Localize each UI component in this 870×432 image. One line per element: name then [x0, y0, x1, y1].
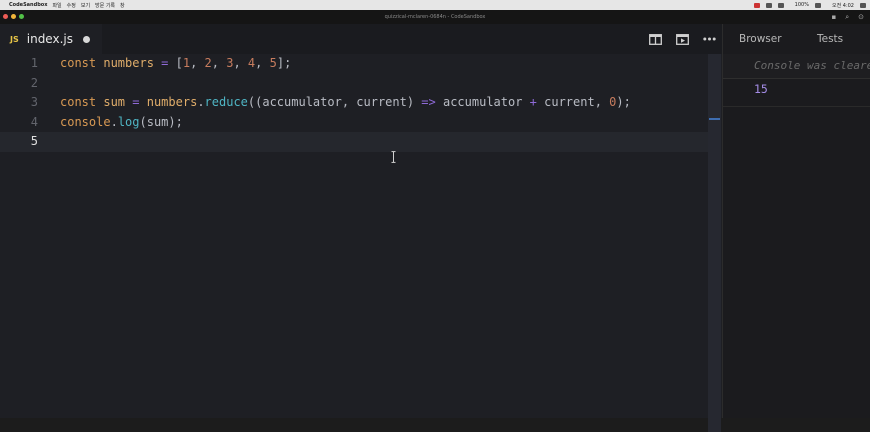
search-icon[interactable]	[860, 2, 866, 8]
preview-panel: Browser Tests Console was cleared 15	[722, 24, 870, 418]
line-number: 3	[30, 95, 38, 110]
code-token: const	[60, 95, 104, 110]
line-number: 4	[30, 114, 38, 129]
code-token: (sum);	[139, 114, 183, 129]
code-token: ,	[211, 56, 227, 70]
tab-tests[interactable]: Tests	[817, 24, 843, 54]
unsaved-dot-icon[interactable]	[83, 36, 90, 43]
status-icon[interactable]	[765, 2, 772, 8]
javascript-file-icon: JS	[10, 34, 19, 44]
code-text: const numbers = [1, 2, 3, 4, 5];	[60, 54, 291, 74]
code-line[interactable]: 3 const sum = numbers.reduce((accumulator…	[0, 93, 708, 113]
menubar-clock[interactable]: 오전 4:02	[832, 2, 854, 9]
tab-filename: index.js	[26, 32, 73, 46]
close-window-icon[interactable]	[3, 14, 8, 19]
editor-tabbar: JS index.js	[0, 24, 722, 54]
code-token: ,	[255, 56, 270, 70]
code-token: 5	[269, 56, 277, 70]
menu-file[interactable]: 파일	[52, 2, 61, 9]
code-text: console.log(sum);	[60, 113, 183, 133]
code-token: numbers	[103, 56, 154, 70]
tab-browser[interactable]: Browser	[739, 24, 782, 54]
menubar-status-area: 100% 오전 4:02	[753, 0, 866, 10]
code-token: );	[616, 95, 631, 110]
minimize-window-icon[interactable]	[11, 14, 16, 19]
code-token: accumulator	[435, 95, 530, 110]
console-divider	[723, 78, 870, 79]
preview-icon[interactable]	[676, 33, 689, 45]
editor-scrollbar[interactable]	[708, 54, 721, 432]
wifi-icon[interactable]	[777, 2, 784, 8]
extension-icon[interactable]: ▪	[831, 13, 836, 22]
code-token: =	[153, 56, 176, 70]
code-text: const sum = numbers.reduce((accumulator,…	[60, 93, 631, 113]
macos-menubar: CodeSandbox 파일 수정 보기 방문 기록 창 100% 오전 4:0…	[0, 0, 870, 10]
code-token: sum	[103, 95, 126, 110]
line-number: 2	[30, 75, 38, 90]
code-token: =>	[421, 95, 436, 110]
zoom-window-icon[interactable]	[19, 14, 24, 19]
console-divider	[723, 106, 870, 107]
scrollbar-cursor-marker	[709, 118, 720, 120]
tab-index-js[interactable]: JS index.js	[0, 24, 102, 54]
profile-icon[interactable]: ⊙	[858, 13, 864, 22]
code-line[interactable]: 2	[0, 74, 708, 94]
split-editor-icon[interactable]	[649, 33, 662, 45]
code-token: reduce	[204, 95, 248, 110]
text-cursor-icon	[391, 151, 396, 163]
panel-tabs: Browser Tests	[723, 24, 870, 54]
code-token: ,	[190, 56, 205, 70]
window-titlebar: quizzical-mclaren-0684n - CodeSandbox ▪ …	[0, 10, 870, 24]
code-token: ];	[276, 56, 292, 70]
code-token: .	[110, 114, 118, 129]
code-token: 2	[204, 56, 212, 70]
console-cleared-message: Console was cleared	[754, 59, 870, 72]
code-line[interactable]: 1 const numbers = [1, 2, 3, 4, 5];	[0, 54, 708, 74]
code-editor[interactable]: 1 const numbers = [1, 2, 3, 4, 5]; 2 3 const…	[0, 54, 708, 152]
zoom-search-icon[interactable]: ⌕	[845, 13, 849, 22]
line-number: 5	[30, 134, 38, 149]
traffic-lights	[3, 14, 24, 19]
battery-icon[interactable]	[814, 2, 821, 8]
code-token: =	[125, 95, 147, 110]
editor-tab-actions	[649, 24, 716, 54]
code-token: current,	[536, 95, 610, 110]
code-token: ((accumulator, current)	[247, 95, 422, 110]
code-token: [	[175, 56, 183, 70]
record-icon[interactable]	[753, 2, 760, 8]
code-token: ,	[233, 56, 248, 70]
menu-history[interactable]: 방문 기록	[95, 2, 115, 9]
titlebar-actions: ▪ ⌕ ⊙	[831, 13, 864, 22]
console-output: 15	[754, 82, 768, 96]
code-token: log	[117, 114, 140, 129]
window-title: quizzical-mclaren-0684n - CodeSandbox	[384, 14, 486, 20]
code-line[interactable]: 5	[0, 132, 708, 152]
code-token: const	[60, 56, 104, 70]
code-token: 1	[182, 56, 191, 70]
menu-view[interactable]: 보기	[81, 2, 90, 9]
app-menu-codesandbox[interactable]: CodeSandbox	[9, 2, 47, 8]
code-line[interactable]: 4 console.log(sum);	[0, 113, 708, 133]
code-token: console	[60, 114, 111, 129]
menu-edit[interactable]: 수정	[67, 2, 76, 9]
more-options-icon[interactable]	[703, 37, 716, 41]
code-token: .	[197, 95, 205, 110]
battery-percent: 100%	[794, 2, 809, 8]
menu-window[interactable]: 창	[120, 2, 125, 9]
editor-area: JS index.js 1 const numbers = [1, 2, 3, 4…	[0, 24, 722, 432]
code-token: +	[529, 95, 537, 110]
line-number: 1	[30, 56, 38, 70]
code-token: numbers	[146, 95, 198, 110]
